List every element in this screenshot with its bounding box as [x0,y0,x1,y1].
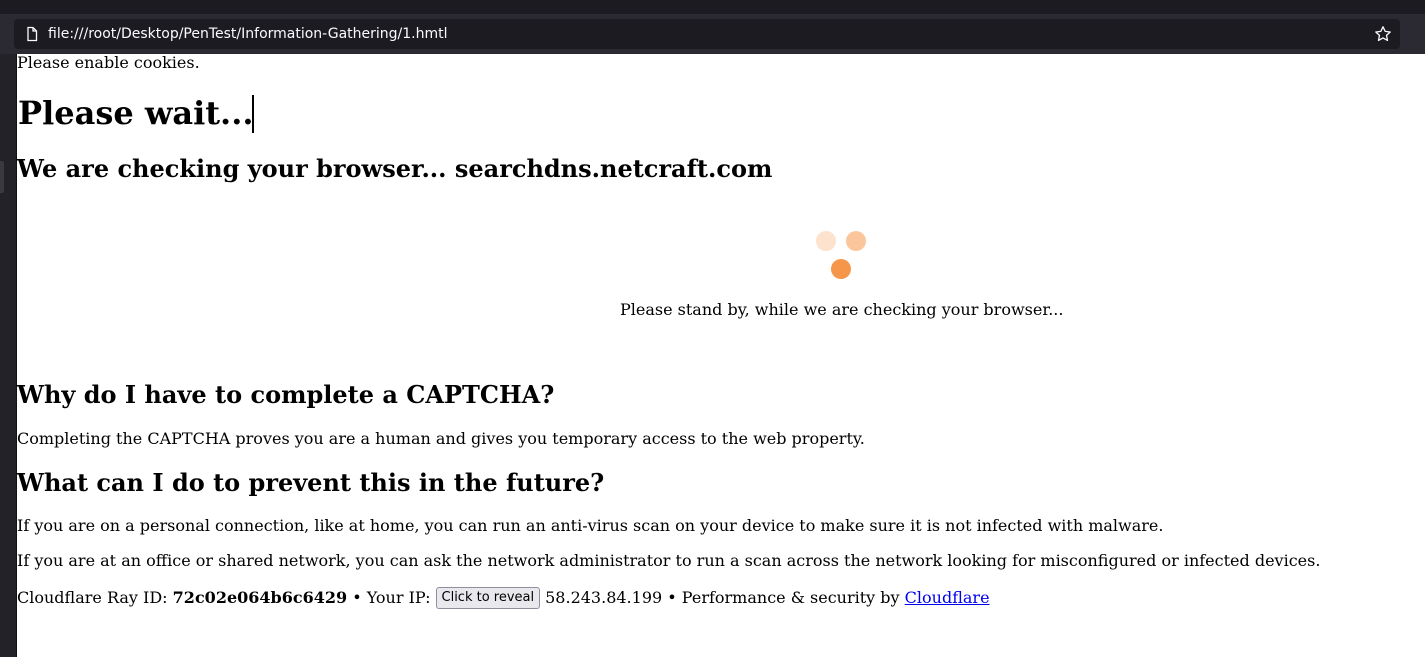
page-icon [27,26,38,42]
standby-text: Please stand by, while we are checking y… [620,300,1064,319]
spinner-dot-3 [831,259,851,279]
spinner-dot-1 [816,231,836,251]
ip-value: 58.243.84.199 [545,588,663,607]
url-text[interactable]: file:///root/Desktop/PenTest/Information… [48,25,448,43]
sidebar-gutter [0,54,17,657]
cloudflare-link[interactable]: Cloudflare [905,586,990,610]
window-top-strip [0,0,1425,14]
text-caret [252,95,254,133]
sidebar-tab[interactable] [0,161,4,193]
cookies-notice: Please enable cookies. [17,53,200,72]
ray-id: 72c02e064b6c6429 [172,588,348,607]
performance-label: • Performance & security by [667,588,900,607]
prevent-text-2: If you are at an office or shared networ… [17,551,1321,570]
prevent-text-1: If you are on a personal connection, lik… [17,516,1164,535]
page-title: Please wait... [18,94,254,132]
prevent-heading: What can I do to prevent this in the fut… [17,468,605,497]
toolbar: file:///root/Desktop/PenTest/Information… [0,14,1425,54]
why-text: Completing the CAPTCHA proves you are a … [17,429,865,448]
ray-label: Cloudflare Ray ID: [17,588,168,607]
address-bar[interactable]: file:///root/Desktop/PenTest/Information… [14,19,1400,49]
page-content: Please enable cookies. Please wait... We… [17,54,1417,657]
ip-label: • Your IP: [352,588,431,607]
star-icon[interactable] [1374,25,1392,43]
spinner-dot-2 [846,231,866,251]
cloudflare-footer: Cloudflare Ray ID: 72c02e064b6c6429 • Yo… [17,586,990,610]
why-heading: Why do I have to complete a CAPTCHA? [17,380,555,409]
reveal-ip-button[interactable]: Click to reveal [435,587,541,609]
checking-heading: We are checking your browser... searchdn… [17,154,773,183]
